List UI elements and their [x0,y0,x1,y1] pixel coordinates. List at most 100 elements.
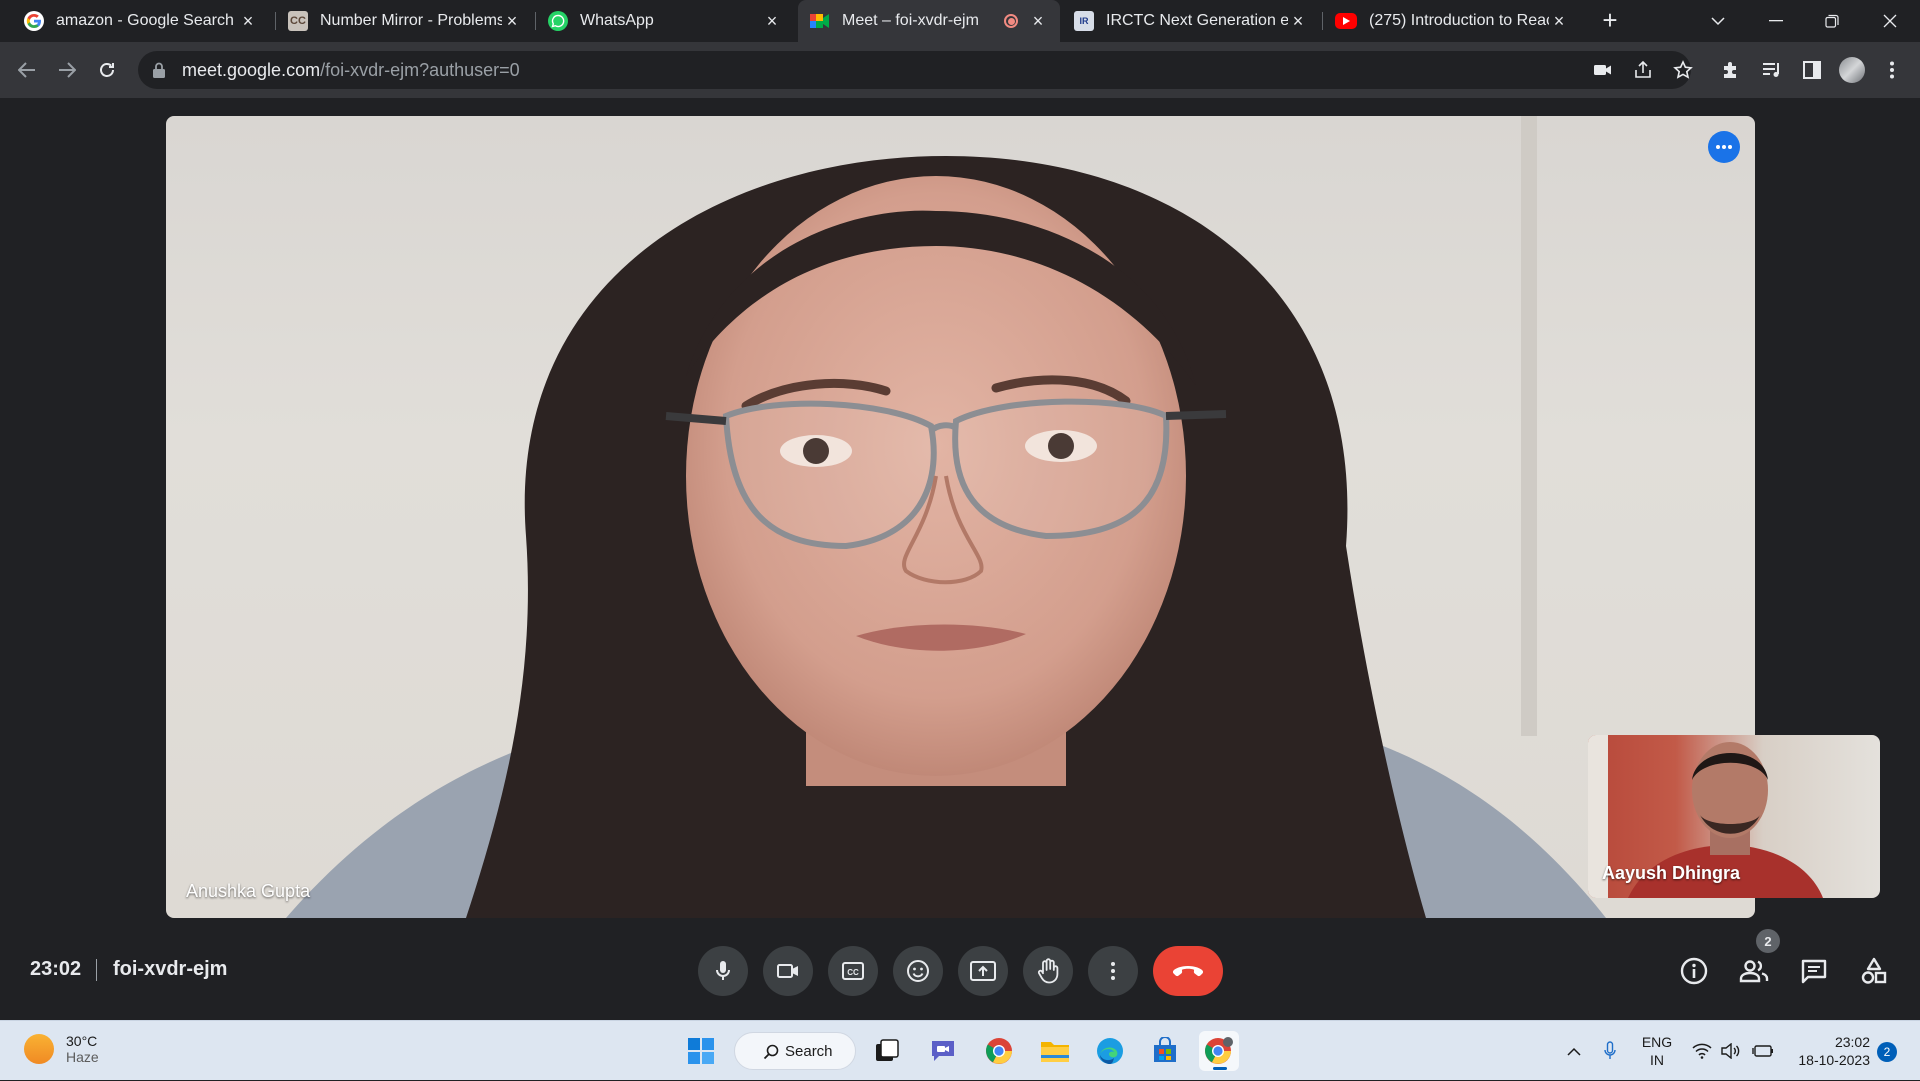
close-icon[interactable]: × [238,11,258,31]
close-window-button[interactable] [1862,0,1918,42]
call-end-icon [1172,966,1204,977]
side-panel-button[interactable] [1798,56,1826,84]
chat-app-icon [932,1041,954,1061]
tab-title: Meet – foi-xvdr-ejm [842,12,979,29]
irctc-icon: IR [1074,11,1094,31]
volume-button[interactable] [1718,1021,1742,1081]
microphone-icon [716,961,730,980]
videocam-icon [777,964,798,978]
search-icon [763,1044,779,1060]
more-options-button[interactable] [1088,946,1138,996]
more-horiz-icon [1716,145,1732,149]
weather-temperature: 30°C [66,1033,98,1049]
task-view-button[interactable] [867,1031,907,1071]
tab-title: (275) Introduction to React [1369,12,1549,29]
microphone-button[interactable] [698,946,748,996]
clock-time: 23:02 [1834,1034,1870,1050]
bookmark-star-icon[interactable] [1673,60,1693,80]
edge-icon [1097,1038,1123,1064]
browser-tab-strip: amazon - Google Search × CC Number Mirro… [0,0,1920,42]
forward-button[interactable] [51,54,83,86]
tab-google-meet[interactable]: Meet – foi-xvdr-ejm × [798,0,1060,42]
chrome-app[interactable] [979,1031,1019,1071]
tab-title: WhatsApp [580,12,654,29]
present-screen-button[interactable] [958,946,1008,996]
media-control-button[interactable] [1758,56,1786,84]
captions-button[interactable]: CC [828,946,878,996]
codechef-icon: CC [288,11,308,31]
minimize-button[interactable] [1748,0,1804,42]
close-icon[interactable]: × [1028,11,1048,31]
tab-search-button[interactable] [1690,0,1746,42]
wifi-icon [1692,1043,1712,1059]
region-code: IN [1650,1052,1664,1068]
more-vert-icon [1890,61,1894,79]
input-language-indicator[interactable]: ENG IN [1640,1033,1674,1069]
meeting-details-button[interactable] [1673,950,1715,992]
share-icon[interactable] [1633,60,1653,80]
participant-count-badge: 2 [1756,929,1780,953]
new-tab-button[interactable]: + [1597,7,1623,34]
playlist-icon [1763,63,1779,77]
reactions-button[interactable] [893,946,943,996]
extensions-button[interactable] [1717,56,1745,84]
raise-hand-button[interactable] [1023,946,1073,996]
reload-icon [100,63,114,77]
arrow-right-icon [59,62,76,78]
notification-badge[interactable]: 2 [1877,1042,1897,1062]
microsoft-store-app[interactable] [1145,1031,1185,1071]
tab-title: amazon - Google Search [56,12,234,29]
file-explorer-app[interactable] [1035,1031,1075,1071]
task-view-icon [876,1039,899,1061]
weather-widget[interactable]: 30°C Haze [24,1033,99,1065]
folder-icon [1041,1042,1069,1062]
self-view-tile[interactable]: Aayush Dhingra [1588,735,1880,898]
chrome-menu-button[interactable] [1878,56,1906,84]
teams-chat-app[interactable] [923,1031,963,1071]
tab-irctc[interactable]: IR IRCTC Next Generation eTi × [1062,0,1320,42]
lock-icon[interactable] [152,62,166,78]
start-button[interactable] [681,1031,721,1071]
close-icon[interactable]: × [762,11,782,31]
address-bar[interactable]: meet.google.com/foi-xvdr-ejm?authuser=0 [138,51,1693,89]
whatsapp-icon [548,11,568,31]
chrome-app-active[interactable] [1199,1031,1239,1071]
close-icon[interactable]: × [1288,11,1308,31]
browser-toolbar: meet.google.com/foi-xvdr-ejm?authuser=0 [0,42,1920,98]
microphone-tray-button[interactable] [1598,1021,1622,1081]
battery-button[interactable] [1750,1021,1776,1081]
close-icon[interactable]: × [1549,11,1569,31]
taskbar-search[interactable]: Search [734,1032,856,1070]
leave-call-button[interactable] [1153,946,1223,996]
tab-whatsapp[interactable]: WhatsApp × [536,0,794,42]
camera-in-use-icon[interactable] [1593,60,1613,80]
camera-button[interactable] [763,946,813,996]
tab-youtube[interactable]: (275) Introduction to React × [1323,0,1581,42]
tab-title: Number Mirror - Problems [320,12,502,29]
profile-avatar[interactable] [1838,56,1866,84]
tab-codechef[interactable]: CC Number Mirror - Problems × [276,0,534,42]
reload-button[interactable] [91,54,123,86]
system-clock[interactable]: 23:02 18-10-2023 [1790,1033,1870,1069]
minimize-icon [1769,20,1783,22]
chat-button[interactable] [1793,950,1835,992]
url-path: /foi-xvdr-ejm?authuser=0 [320,59,520,80]
wifi-button[interactable] [1690,1021,1714,1081]
chevron-up-icon [1567,1047,1581,1056]
tile-more-options-button[interactable] [1708,131,1740,163]
restore-button[interactable] [1804,0,1860,42]
show-hidden-icons-button[interactable] [1560,1021,1588,1081]
close-icon[interactable]: × [502,11,522,31]
main-video-tile[interactable]: Anushka Gupta [166,116,1755,918]
tab-google-search[interactable]: amazon - Google Search × [12,0,270,42]
hand-icon [1037,958,1059,984]
close-icon [1883,14,1897,28]
people-button[interactable] [1733,950,1775,992]
chrome-icon [986,1038,1012,1064]
back-button[interactable] [11,54,43,86]
activities-button[interactable] [1853,950,1895,992]
store-icon [1154,1037,1176,1062]
meet-control-bar: 23:02 foi-xvdr-ejm CC 2 [0,920,1920,1020]
edge-app[interactable] [1090,1031,1130,1071]
more-vert-icon [1111,962,1115,980]
